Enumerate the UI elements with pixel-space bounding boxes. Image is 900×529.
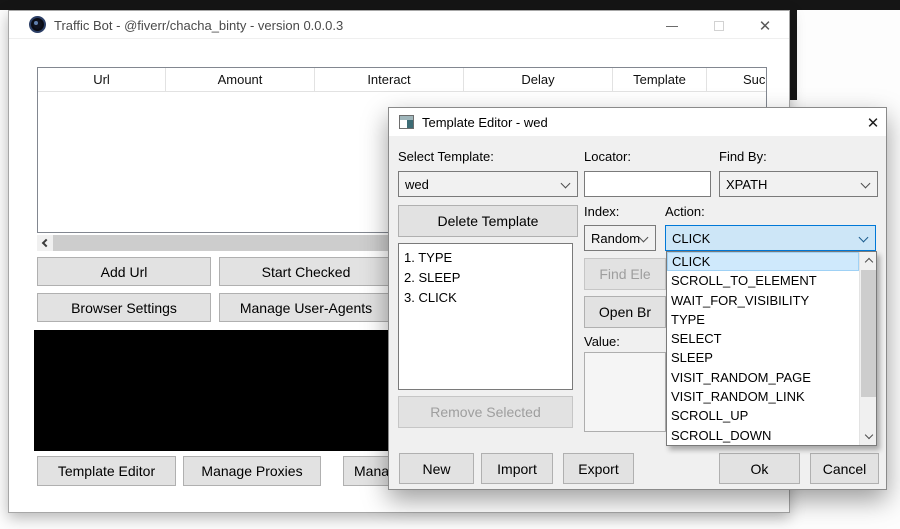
column-header-success[interactable]: Succes: [707, 68, 766, 91]
desktop-top-strip: [0, 0, 900, 10]
dropdown-option-scroll-up[interactable]: SCROLL_UP: [667, 406, 859, 425]
template-steps-list[interactable]: 1. TYPE 2. SLEEP 3. CLICK: [398, 243, 573, 390]
scroll-left-icon: [42, 239, 50, 247]
dialog-close-button[interactable]: ✕: [861, 113, 885, 132]
dropdown-option-wait-for-visibility[interactable]: WAIT_FOR_VISIBILITY: [667, 291, 859, 310]
scroll-down-button[interactable]: [860, 428, 877, 445]
maximize-icon: [714, 21, 724, 31]
action-dropdown-items: CLICK SCROLL_TO_ELEMENT WAIT_FOR_VISIBIL…: [667, 252, 859, 445]
chevron-down-icon: [859, 233, 869, 243]
main-titlebar[interactable]: Traffic Bot - @fiverr/chacha_binty - ver…: [9, 11, 789, 39]
dropdown-option-sleep[interactable]: SLEEP: [667, 348, 859, 367]
dialog-title: Template Editor - wed: [422, 115, 548, 130]
dialog-titlebar[interactable]: Template Editor - wed ✕: [389, 108, 886, 136]
dropdown-option-visit-random-page[interactable]: VISIT_RANDOM_PAGE: [667, 368, 859, 387]
remove-selected-button: Remove Selected: [398, 396, 573, 428]
find-element-button: Find Ele: [584, 258, 666, 290]
dropdown-option-visit-random-link[interactable]: VISIT_RANDOM_LINK: [667, 387, 859, 406]
main-window-title: Traffic Bot - @fiverr/chacha_binty - ver…: [54, 18, 343, 33]
action-label: Action:: [665, 204, 705, 219]
new-button[interactable]: New: [399, 453, 474, 484]
close-icon: ✕: [867, 114, 880, 132]
list-item[interactable]: 2. SLEEP: [404, 268, 567, 288]
value-textarea: [584, 352, 666, 432]
scrollbar-thumb[interactable]: [861, 270, 876, 397]
delete-template-button[interactable]: Delete Template: [398, 205, 578, 237]
value-label: Value:: [584, 334, 620, 349]
column-header-url[interactable]: Url: [38, 68, 166, 91]
column-header-delay[interactable]: Delay: [464, 68, 613, 91]
scroll-up-icon: [864, 258, 872, 266]
dropdown-option-scroll-down[interactable]: SCROLL_DOWN: [667, 426, 859, 445]
open-browser-button[interactable]: Open Br: [584, 296, 666, 328]
index-select-value: Random: [591, 231, 640, 246]
find-by-select-value: XPATH: [726, 177, 767, 192]
ok-button[interactable]: Ok: [719, 453, 800, 484]
dropdown-scrollbar[interactable]: [859, 252, 876, 445]
template-select[interactable]: wed: [398, 171, 578, 197]
close-button[interactable]: ✕: [754, 17, 776, 35]
export-button[interactable]: Export: [563, 453, 634, 484]
column-header-interact[interactable]: Interact: [315, 68, 464, 91]
chevron-down-icon: [561, 179, 571, 189]
index-select[interactable]: Random: [584, 225, 656, 251]
dropdown-option-scroll-to-element[interactable]: SCROLL_TO_ELEMENT: [667, 271, 859, 290]
manage-proxies-button[interactable]: Manage Proxies: [183, 456, 321, 486]
list-item[interactable]: 3. CLICK: [404, 288, 567, 308]
dropdown-option-select[interactable]: SELECT: [667, 329, 859, 348]
minimize-button[interactable]: [661, 17, 683, 35]
form-icon: [399, 115, 414, 129]
url-table-header: Url Amount Interact Delay Template Succe…: [38, 68, 766, 92]
minimize-icon: [666, 26, 678, 27]
cancel-button[interactable]: Cancel: [810, 453, 879, 484]
manage-user-agents-button[interactable]: Manage User-Agents: [219, 293, 393, 322]
desktop-side-strip: [790, 10, 797, 100]
scroll-down-icon: [864, 431, 872, 439]
list-item[interactable]: 1. TYPE: [404, 248, 567, 268]
add-url-button[interactable]: Add Url: [37, 257, 211, 286]
find-by-select[interactable]: XPATH: [719, 171, 878, 197]
locator-label: Locator:: [584, 149, 631, 164]
find-by-label: Find By:: [719, 149, 767, 164]
template-editor-dialog: Template Editor - wed ✕ Select Template:…: [388, 107, 887, 490]
screen: Traffic Bot - @fiverr/chacha_binty - ver…: [0, 0, 900, 529]
index-label: Index:: [584, 204, 619, 219]
action-select-value: CLICK: [672, 231, 710, 246]
browser-settings-button[interactable]: Browser Settings: [37, 293, 211, 322]
dropdown-option-type[interactable]: TYPE: [667, 310, 859, 329]
dropdown-option-click[interactable]: CLICK: [667, 252, 859, 271]
action-dropdown-list: CLICK SCROLL_TO_ELEMENT WAIT_FOR_VISIBIL…: [666, 251, 877, 446]
scroll-left-button[interactable]: [37, 235, 53, 251]
select-template-label: Select Template:: [398, 149, 494, 164]
template-select-value: wed: [405, 177, 429, 192]
traffic-bot-logo-icon: [29, 16, 46, 33]
maximize-button: [708, 17, 730, 35]
column-header-template[interactable]: Template: [613, 68, 707, 91]
scroll-up-button[interactable]: [860, 252, 877, 269]
close-icon: ✕: [759, 19, 772, 34]
template-editor-button[interactable]: Template Editor: [37, 456, 176, 486]
locator-input[interactable]: [584, 171, 711, 197]
action-select[interactable]: CLICK: [665, 225, 876, 251]
chevron-down-icon: [861, 179, 871, 189]
column-header-amount[interactable]: Amount: [166, 68, 315, 91]
start-checked-button[interactable]: Start Checked: [219, 257, 393, 286]
import-button[interactable]: Import: [481, 453, 553, 484]
